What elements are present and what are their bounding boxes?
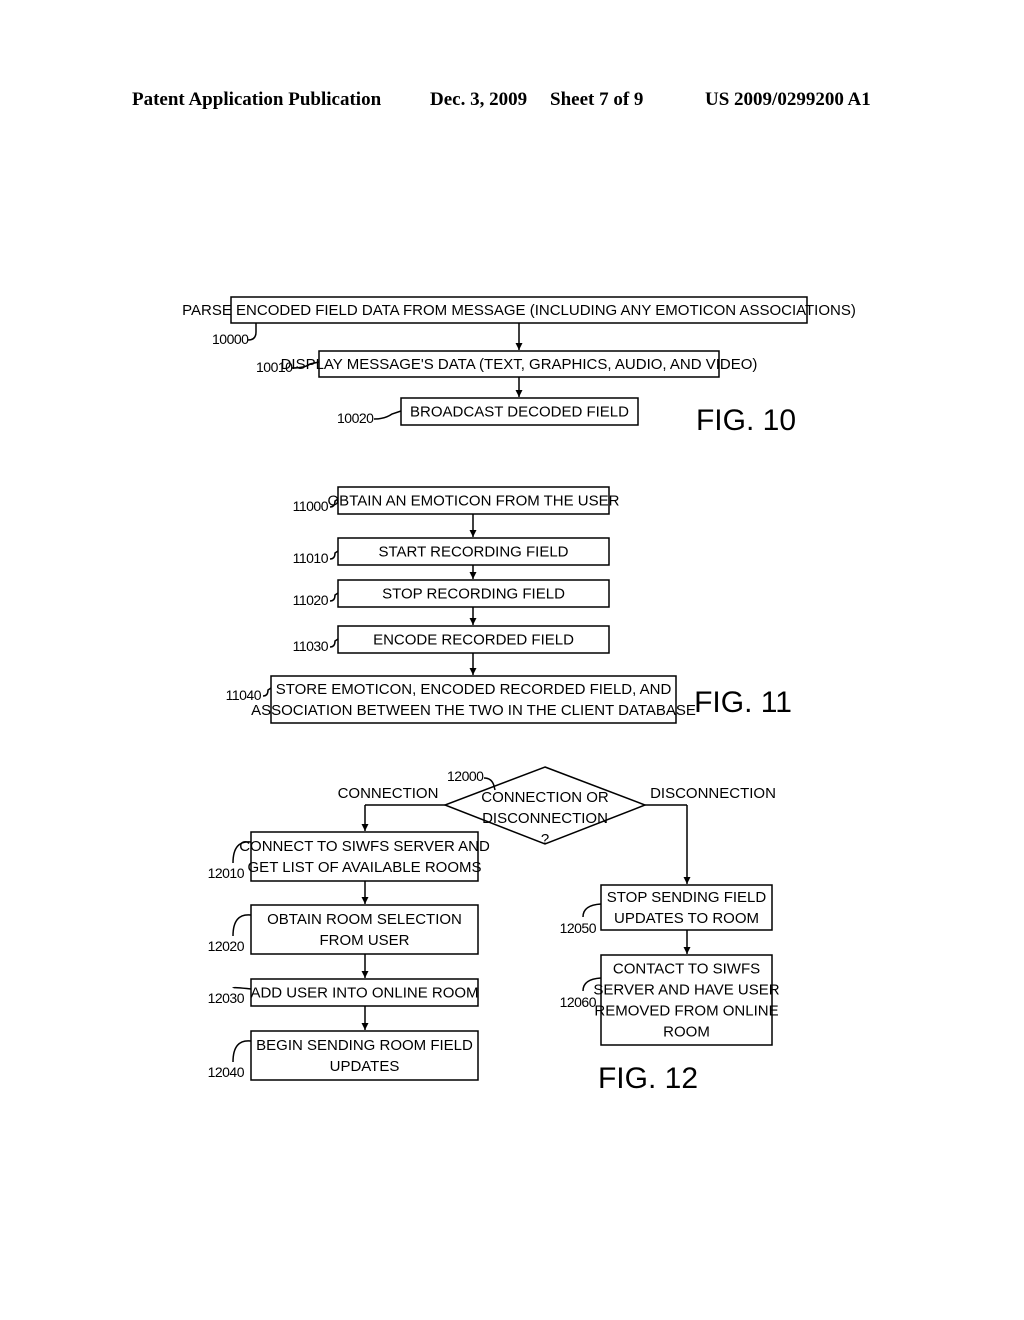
ref-label-12040: 12040 xyxy=(208,1064,245,1080)
fig11-step-11020-text: STOP RECORDING FIELD xyxy=(382,586,565,603)
leader-line xyxy=(232,1040,252,1063)
ref-label-12050: 12050 xyxy=(560,920,597,936)
fig11-step-11030-text: ENCODE RECORDED FIELD xyxy=(373,632,574,649)
fig12-step-12010-text: CONNECT TO SIWFS SERVER AND xyxy=(239,838,490,855)
fig12-step-12060-text: REMOVED FROM ONLINE xyxy=(594,1003,778,1020)
ref-label-11020: 11020 xyxy=(293,592,329,608)
fig11-step-11000-text: OBTAIN AN EMOTICON FROM THE USER xyxy=(328,493,620,510)
fig12-step-12020-text: OBTAIN ROOM SELECTION xyxy=(267,911,462,928)
fig12-step-12060: CONTACT TO SIWFS SERVER AND HAVE USER REMO… xyxy=(593,954,780,1046)
fig10-step-10020: BROADCAST DECODED FIELD xyxy=(400,397,639,426)
fig10-step-10000-text: PARSE ENCODED FIELD DATA FROM MESSAGE (I… xyxy=(182,302,856,319)
ref-label-11000: 11000 xyxy=(293,498,329,514)
fig10-step-10000: PARSE ENCODED FIELD DATA FROM MESSAGE (I… xyxy=(182,296,856,324)
leader-line xyxy=(232,986,252,990)
ref-label-12030: 12030 xyxy=(208,990,245,1006)
leader-line xyxy=(329,550,339,560)
fig11-step-11040-text: STORE EMOTICON, ENCODED RECORDED FIELD, … xyxy=(276,681,672,698)
fig12-step-12050-text: UPDATES TO ROOM xyxy=(614,910,759,927)
leader-line xyxy=(582,903,602,918)
leader-line xyxy=(329,592,339,602)
fig12-label: FIG. 12 xyxy=(598,1062,698,1095)
fig11-step-11040: STORE EMOTICON, ENCODED RECORDED FIELD, … xyxy=(251,675,696,724)
branch-label-disconnection: DISCONNECTION xyxy=(650,785,776,802)
fig12-step-12060-text: SERVER AND HAVE USER xyxy=(593,982,779,999)
fig12-step-12010: CONNECT TO SIWFS SERVER AND GET LIST OF A… xyxy=(239,831,490,882)
ref-label-10020: 10020 xyxy=(337,410,374,426)
decision-text: DISCONNECTION xyxy=(482,810,608,827)
fig11-step-11000: OBTAIN AN EMOTICON FROM THE USER xyxy=(328,486,620,515)
fig12-step-12030: ADD USER INTO ONLINE ROOM xyxy=(250,978,479,1007)
leader-line xyxy=(247,323,257,341)
fig12-step-12060-text: CONTACT TO SIWFS xyxy=(613,961,760,978)
branch-label-connection: CONNECTION xyxy=(338,785,439,802)
fig11-step-11010-text: START RECORDING FIELD xyxy=(378,544,568,561)
fig12-step-12060-text: ROOM xyxy=(663,1024,710,1041)
fig11-step-11010: START RECORDING FIELD xyxy=(337,537,610,566)
fig10-step-10010: DISPLAY MESSAGE'S DATA (TEXT, GRAPHICS, … xyxy=(281,350,758,378)
ref-label-11030: 11030 xyxy=(293,638,329,654)
fig10-step-10020-text: BROADCAST DECODED FIELD xyxy=(410,404,629,421)
ref-label-11010: 11010 xyxy=(293,550,329,566)
leader-line xyxy=(262,687,272,697)
fig12-step-12020: OBTAIN ROOM SELECTION FROM USER xyxy=(250,904,479,955)
fig10-label: FIG. 10 xyxy=(696,404,796,437)
ref-label-11040: 11040 xyxy=(226,687,262,703)
fig12-step-12040: BEGIN SENDING ROOM FIELD UPDATES xyxy=(250,1030,479,1081)
leader-line xyxy=(373,410,402,420)
decision-text: CONNECTION OR xyxy=(481,789,609,806)
decision-text: ? xyxy=(541,831,549,848)
fig12-step-12050-text: STOP SENDING FIELD xyxy=(607,889,767,906)
ref-label-12000: 12000 xyxy=(447,768,484,784)
ref-label-12060: 12060 xyxy=(560,994,597,1010)
ref-label-10010: 10010 xyxy=(256,359,293,375)
fig12-step-12020-text: FROM USER xyxy=(320,932,410,949)
leader-line xyxy=(232,914,252,937)
flowchart-diagrams: PARSE ENCODED FIELD DATA FROM MESSAGE (I… xyxy=(182,296,856,1095)
fig12-step-12040-text: BEGIN SENDING ROOM FIELD xyxy=(256,1037,473,1054)
ref-label-12010: 12010 xyxy=(208,865,245,881)
fig11-step-11040-text: ASSOCIATION BETWEEN THE TWO IN THE CLIEN… xyxy=(251,702,696,719)
fig10-step-10010-text: DISPLAY MESSAGE'S DATA (TEXT, GRAPHICS, … xyxy=(281,356,758,373)
ref-label-10000: 10000 xyxy=(212,331,249,347)
ref-label-12020: 12020 xyxy=(208,938,245,954)
fig11-label: FIG. 11 xyxy=(694,686,792,719)
fig12-step-12030-text: ADD USER INTO ONLINE ROOM xyxy=(250,985,478,1002)
fig12-step-12040-text: UPDATES xyxy=(330,1058,400,1075)
leader-line xyxy=(329,638,339,648)
fig11-step-11020: STOP RECORDING FIELD xyxy=(337,579,610,608)
fig12-step-12010-text: GET LIST OF AVAILABLE ROOMS xyxy=(248,859,482,876)
fig11-step-11030: ENCODE RECORDED FIELD xyxy=(337,625,610,654)
fig12-step-12050: STOP SENDING FIELD UPDATES TO ROOM xyxy=(600,884,773,931)
